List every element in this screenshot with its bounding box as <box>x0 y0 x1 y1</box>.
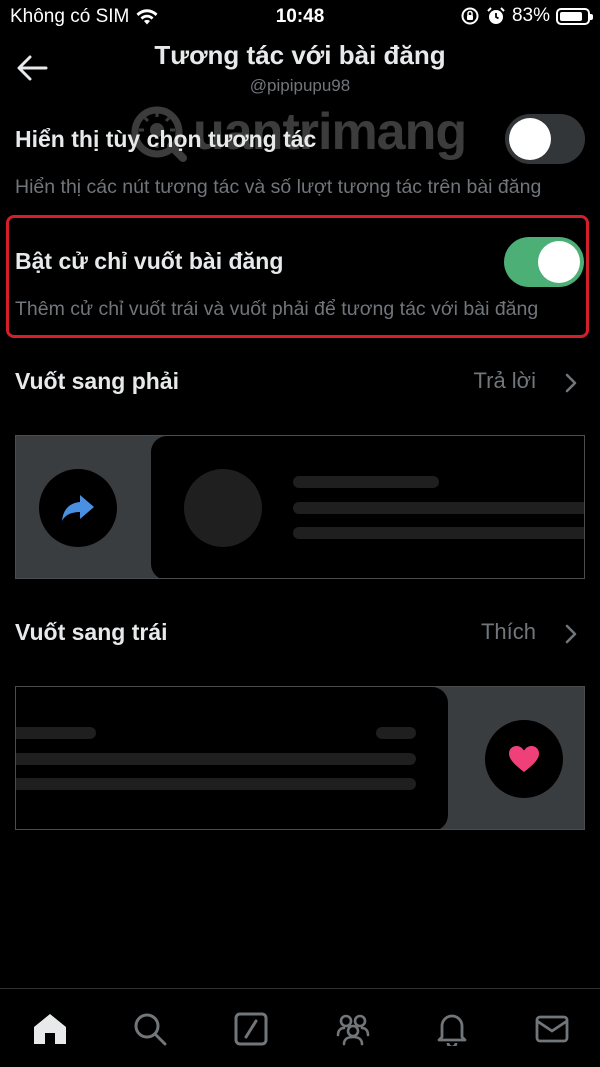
swipe-left-row[interactable]: Vuốt sang trái Thích <box>0 615 600 655</box>
toggle-knob <box>538 241 580 283</box>
account-username: @pipipupu98 <box>249 76 351 95</box>
swipe-right-row[interactable]: Vuốt sang phải Trả lời <box>0 364 600 404</box>
text-line-placeholder <box>293 527 584 539</box>
tab-home[interactable] <box>28 1007 72 1051</box>
tab-notifications[interactable] <box>430 1007 474 1051</box>
swipe-right-value: Trả lời <box>473 368 537 393</box>
battery-level <box>560 11 582 21</box>
messages-icon <box>535 1015 569 1043</box>
alarm-icon <box>487 7 505 24</box>
setting-swipe-gestures: Bật cử chỉ vuốt bài đăng Thêm cử chỉ vuố… <box>0 230 600 330</box>
text-line-placeholder <box>293 502 584 514</box>
rotation-lock-icon <box>461 7 479 25</box>
communities-icon <box>336 1014 370 1046</box>
swipe-left-label: Vuốt sang trái <box>15 619 168 645</box>
page-title: Tương tác với bài đăng <box>154 40 446 70</box>
setting-description: Hiển thị các nút tương tác và số lượt tư… <box>15 176 542 198</box>
text-line-placeholder <box>16 753 416 765</box>
avatar-placeholder <box>184 469 262 547</box>
tab-compose[interactable] <box>229 1007 273 1051</box>
carrier-group: Không có SIM <box>10 6 159 28</box>
text-line-placeholder <box>293 476 439 488</box>
carrier-label: Không có SIM <box>10 6 130 27</box>
post-preview-card <box>151 436 584 578</box>
notifications-icon <box>437 1014 467 1046</box>
text-line-placeholder <box>16 778 416 790</box>
reply-action-circle <box>39 469 117 547</box>
reply-arrow-icon <box>62 495 94 521</box>
toggle-knob <box>509 118 551 160</box>
heart-icon <box>509 746 539 772</box>
compose-icon <box>234 1012 268 1046</box>
search-icon <box>134 1013 167 1046</box>
home-icon <box>34 1014 66 1044</box>
text-line-placeholder <box>376 727 416 739</box>
setting-label: Hiển thị tùy chọn tương tác <box>15 126 317 152</box>
show-options-toggle[interactable] <box>505 114 585 164</box>
setting-description: Thêm cử chỉ vuốt trái và vuốt phải để tư… <box>15 298 539 320</box>
tab-search[interactable] <box>128 1007 172 1051</box>
like-action-circle <box>485 720 563 798</box>
post-preview-card <box>16 687 448 829</box>
tab-communities[interactable] <box>331 1007 375 1051</box>
battery-icon <box>556 7 593 25</box>
text-line-placeholder <box>16 727 96 739</box>
setting-show-interaction-options: Hiển thị tùy chọn tương tác Hiển thị các… <box>0 110 600 205</box>
setting-label: Bật cử chỉ vuốt bài đăng <box>15 248 284 274</box>
status-right: 83% <box>460 5 593 27</box>
swipe-right-preview <box>15 435 585 579</box>
swipe-left-value: Thích <box>480 619 536 644</box>
chevron-right-icon <box>565 624 577 644</box>
swipe-left-preview <box>15 686 585 830</box>
swipe-right-label: Vuốt sang phải <box>15 368 179 394</box>
wifi-icon <box>136 9 158 25</box>
bottom-tab-bar <box>0 988 600 1067</box>
status-bar: Không có SIM 10:48 83% <box>0 0 600 34</box>
swipe-gestures-toggle[interactable] <box>504 237 584 287</box>
battery-percent: 83% <box>511 5 550 26</box>
chevron-right-icon <box>565 373 577 393</box>
tab-messages[interactable] <box>530 1007 574 1051</box>
